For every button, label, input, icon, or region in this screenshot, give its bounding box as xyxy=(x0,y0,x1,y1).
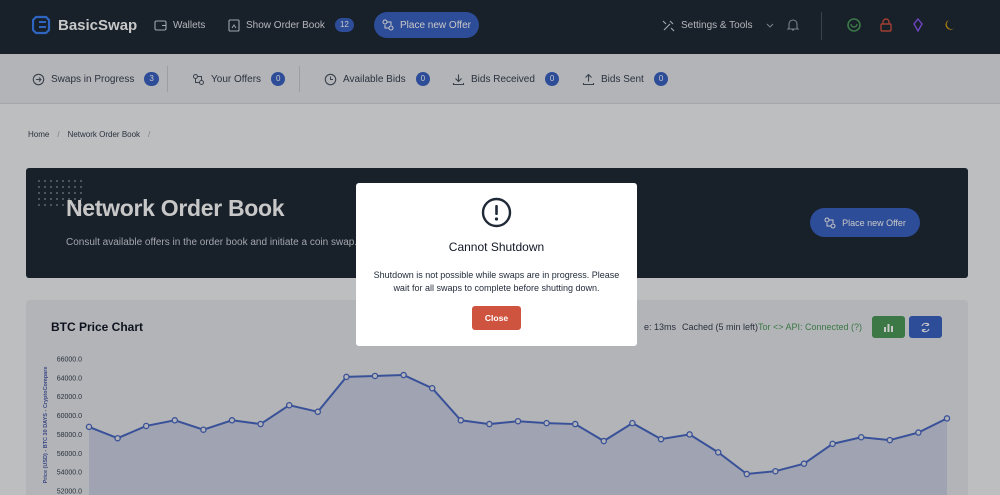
close-button[interactable]: Close xyxy=(472,306,521,330)
cannot-shutdown-dialog: Cannot Shutdown Shutdown is not possible… xyxy=(356,183,637,346)
dialog-title: Cannot Shutdown xyxy=(448,240,545,254)
dialog-message: Shutdown is not possible while swaps are… xyxy=(373,270,620,293)
exclamation-circle-icon xyxy=(481,197,512,228)
